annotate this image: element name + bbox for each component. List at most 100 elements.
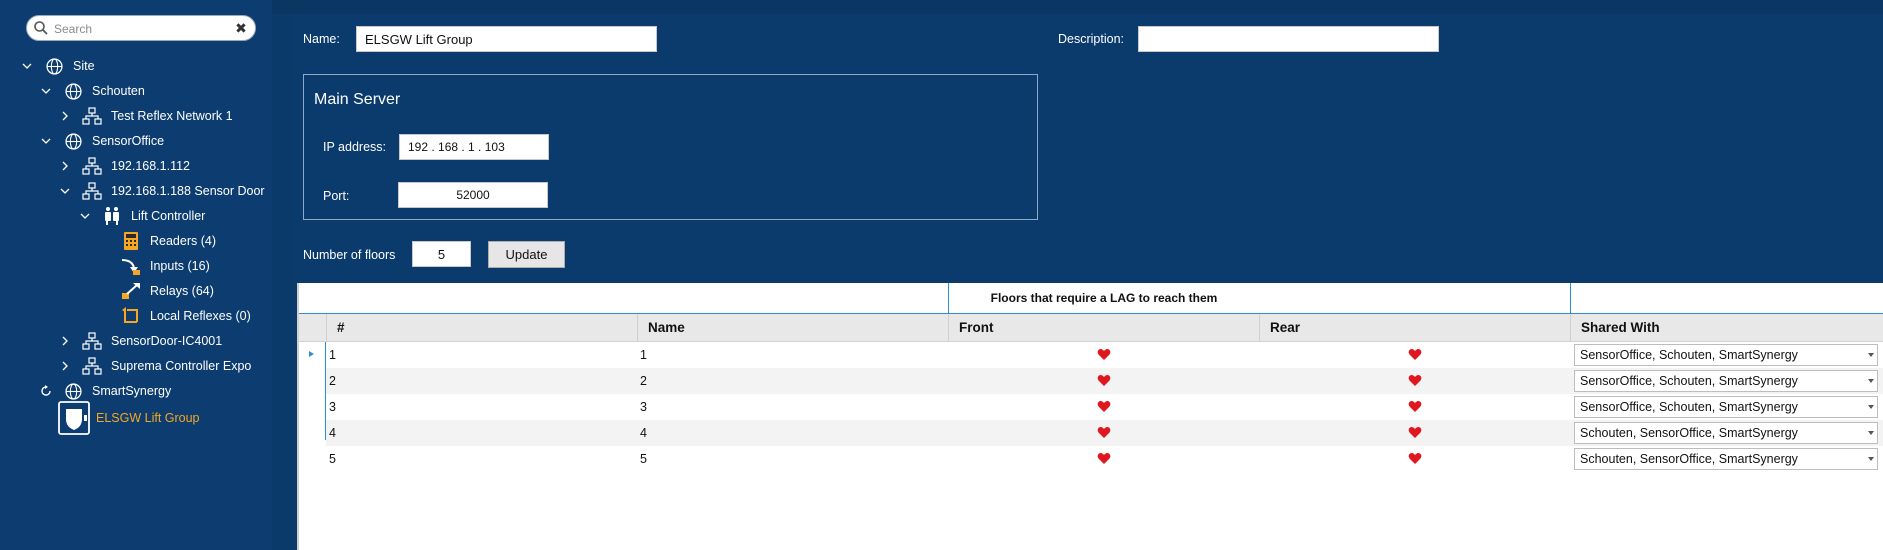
shared-with-select[interactable]: Schouten, SensorOffice, SmartSynergy [1574, 448, 1878, 470]
band-divider [1570, 283, 1571, 314]
cell-number: 2 [329, 374, 336, 388]
tree-item-label: Relays (64) [150, 284, 214, 298]
column-header-front[interactable]: Front [948, 314, 1259, 342]
heart-check-icon[interactable] [1408, 400, 1422, 413]
name-field[interactable] [356, 26, 657, 52]
column-header-rear[interactable]: Rear [1259, 314, 1570, 342]
reader-icon [120, 230, 142, 252]
tree-item-192-168-1-112[interactable]: 192.168.1.112 [59, 154, 190, 178]
tree-item-label: Local Reflexes (0) [150, 309, 251, 323]
shared-with-select[interactable]: SensorOffice, Schouten, SmartSynergy [1574, 370, 1878, 392]
relay-icon [120, 280, 142, 302]
chevron-down-icon[interactable] [79, 210, 91, 222]
table-row[interactable]: 5 5 Schouten, SensorOffice, SmartSynergy [326, 446, 1883, 472]
heart-check-icon[interactable] [1097, 426, 1111, 439]
chevron-right-icon[interactable] [59, 160, 71, 172]
table-row[interactable]: 3 3 SensorOffice, Schouten, SmartSynergy [326, 394, 1883, 420]
description-field[interactable] [1138, 26, 1439, 52]
shared-with-value: SensorOffice, Schouten, SmartSynergy [1580, 348, 1798, 362]
heart-check-icon[interactable] [1097, 452, 1111, 465]
cell-name: 5 [640, 452, 647, 466]
floors-grid: Floors that require a LAG to reach them … [297, 283, 1883, 550]
heart-check-icon[interactable] [1097, 348, 1111, 361]
heart-check-icon[interactable] [1408, 374, 1422, 387]
tree-item-label: Inputs (16) [150, 259, 210, 273]
tree-item-label: 192.168.1.188 Sensor Door [111, 184, 265, 198]
input-arrow-icon [120, 255, 142, 277]
dropdown-arrow-icon[interactable] [1868, 353, 1874, 357]
chevron-right-icon[interactable] [59, 110, 71, 122]
tree-item-readers[interactable]: Readers (4) [120, 229, 216, 253]
tree-item-label: Lift Controller [131, 209, 206, 223]
shared-with-select[interactable]: Schouten, SensorOffice, SmartSynergy [1574, 422, 1878, 444]
chevron-right-icon[interactable] [59, 335, 71, 347]
ip-address-label: IP address: [323, 140, 387, 154]
column-header-name[interactable]: Name [637, 314, 948, 342]
tree-item-label: SmartSynergy [92, 384, 172, 398]
update-button[interactable]: Update [488, 241, 565, 268]
tree-item-label: Schouten [92, 84, 145, 98]
tree-item-label: Test Reflex Network 1 [111, 109, 233, 123]
dropdown-arrow-icon[interactable] [1868, 457, 1874, 461]
chevron-down-icon[interactable] [40, 85, 52, 97]
shared-with-value: Schouten, SensorOffice, SmartSynergy [1580, 426, 1798, 440]
clear-search-icon[interactable]: ✖ [232, 19, 250, 37]
tree-item-test-reflex-network[interactable]: Test Reflex Network 1 [59, 104, 233, 128]
lift-group-icon [58, 401, 90, 435]
tree-item-site[interactable]: Site [21, 54, 95, 78]
cell-name: 4 [640, 426, 647, 440]
dropdown-arrow-icon[interactable] [1868, 431, 1874, 435]
search-box[interactable]: ✖ [26, 15, 256, 41]
main-server-title: Main Server [314, 91, 401, 108]
tree-item-local-reflexes[interactable]: Local Reflexes (0) [120, 304, 251, 328]
heart-check-icon[interactable] [1408, 348, 1422, 361]
dropdown-arrow-icon[interactable] [1868, 405, 1874, 409]
tree-item-sensoroffice[interactable]: SensorOffice [40, 129, 164, 153]
heart-check-icon[interactable] [1408, 452, 1422, 465]
network-icon [81, 105, 103, 127]
tree-item-sensordoor-ic4001[interactable]: SensorDoor-IC4001 [59, 329, 222, 353]
tree-item-inputs[interactable]: Inputs (16) [120, 254, 210, 278]
ip-address-field[interactable] [399, 134, 549, 160]
heart-check-icon[interactable] [1408, 426, 1422, 439]
top-strip [272, 0, 1883, 14]
table-row[interactable]: 2 2 SensorOffice, Schouten, SmartSynergy [326, 368, 1883, 394]
table-row[interactable]: 4 4 Schouten, SensorOffice, SmartSynergy [326, 420, 1883, 446]
tree-item-schouten[interactable]: Schouten [40, 79, 145, 103]
search-input[interactable] [54, 20, 234, 37]
tree-item-label: SensorOffice [92, 134, 165, 148]
chevron-down-icon[interactable] [40, 135, 52, 147]
dropdown-arrow-icon[interactable] [1868, 379, 1874, 383]
number-of-floors-field[interactable] [412, 241, 471, 267]
tree-item-label: Site [73, 59, 95, 73]
tree-item-label: ELSGW Lift Group [96, 411, 200, 425]
sidebar: ✖ Site Schouten Test Reflex Network 1 Se… [0, 0, 272, 550]
globe-icon [62, 380, 84, 402]
table-row[interactable]: 1 1 SensorOffice, Schouten, SmartSynergy [326, 342, 1883, 368]
chevron-down-icon[interactable] [59, 185, 71, 197]
refresh-icon[interactable] [40, 385, 52, 397]
cell-name: 2 [640, 374, 647, 388]
floors-lag-band-title: Floors that require a LAG to reach them [990, 291, 1218, 305]
heart-check-icon[interactable] [1097, 400, 1111, 413]
tree-item-sensor-door[interactable]: 192.168.1.188 Sensor Door [59, 179, 265, 203]
tree-item-relays[interactable]: Relays (64) [120, 279, 214, 303]
heart-check-icon[interactable] [1097, 374, 1111, 387]
search-icon [34, 21, 48, 35]
chevron-right-icon[interactable] [59, 360, 71, 372]
tree-item-lift-controller[interactable]: Lift Controller [79, 204, 205, 228]
shared-with-select[interactable]: SensorOffice, Schouten, SmartSynergy [1574, 344, 1878, 366]
lift-icon [101, 205, 123, 227]
column-header-number[interactable]: # [326, 314, 637, 342]
splitter[interactable] [272, 0, 293, 550]
tree-item-suprema-controller[interactable]: Suprema Controller Expo [59, 354, 251, 378]
description-label: Description: [1058, 32, 1124, 46]
shared-with-value: SensorOffice, Schouten, SmartSynergy [1580, 400, 1798, 414]
chevron-down-icon[interactable] [21, 60, 33, 72]
tree-item-elsgw-lift-group[interactable]: ELSGW Lift Group [58, 400, 200, 436]
tree-item-label: 192.168.1.112 [111, 159, 191, 173]
column-header-shared-with[interactable]: Shared With [1570, 314, 1883, 342]
shared-with-value: SensorOffice, Schouten, SmartSynergy [1580, 374, 1798, 388]
port-field[interactable] [398, 182, 548, 208]
shared-with-select[interactable]: SensorOffice, Schouten, SmartSynergy [1574, 396, 1878, 418]
